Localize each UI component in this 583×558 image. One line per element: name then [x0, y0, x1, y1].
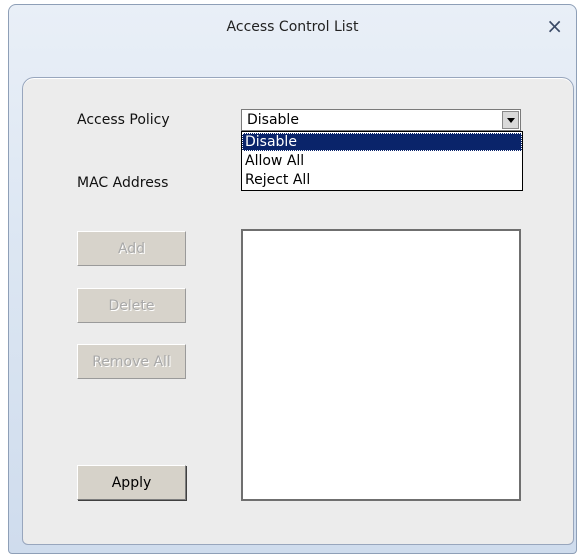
access-policy-value: Disable	[247, 112, 299, 128]
content-panel: Access Policy Disable Disable Allow All …	[22, 77, 574, 545]
add-button[interactable]: Add	[77, 231, 186, 266]
option-disable[interactable]: Disable	[242, 133, 522, 151]
mac-address-label: MAC Address	[77, 175, 169, 191]
access-policy-label: Access Policy	[77, 112, 170, 128]
access-policy-dropdown: Disable Allow All Reject All	[241, 131, 523, 191]
delete-button[interactable]: Delete	[77, 288, 186, 323]
chevron-down-icon[interactable]	[502, 111, 519, 129]
option-allow-all[interactable]: Allow All	[242, 152, 522, 170]
remove-all-button[interactable]: Remove All	[77, 344, 186, 379]
close-icon[interactable]: ×	[546, 16, 563, 36]
window-title: Access Control List	[226, 19, 359, 35]
apply-button[interactable]: Apply	[77, 465, 186, 500]
mac-address-list[interactable]	[241, 229, 521, 501]
access-control-list-window: Access Control List × Access Policy Disa…	[8, 4, 577, 554]
access-policy-select[interactable]: Disable	[241, 109, 521, 131]
option-reject-all[interactable]: Reject All	[242, 171, 522, 189]
